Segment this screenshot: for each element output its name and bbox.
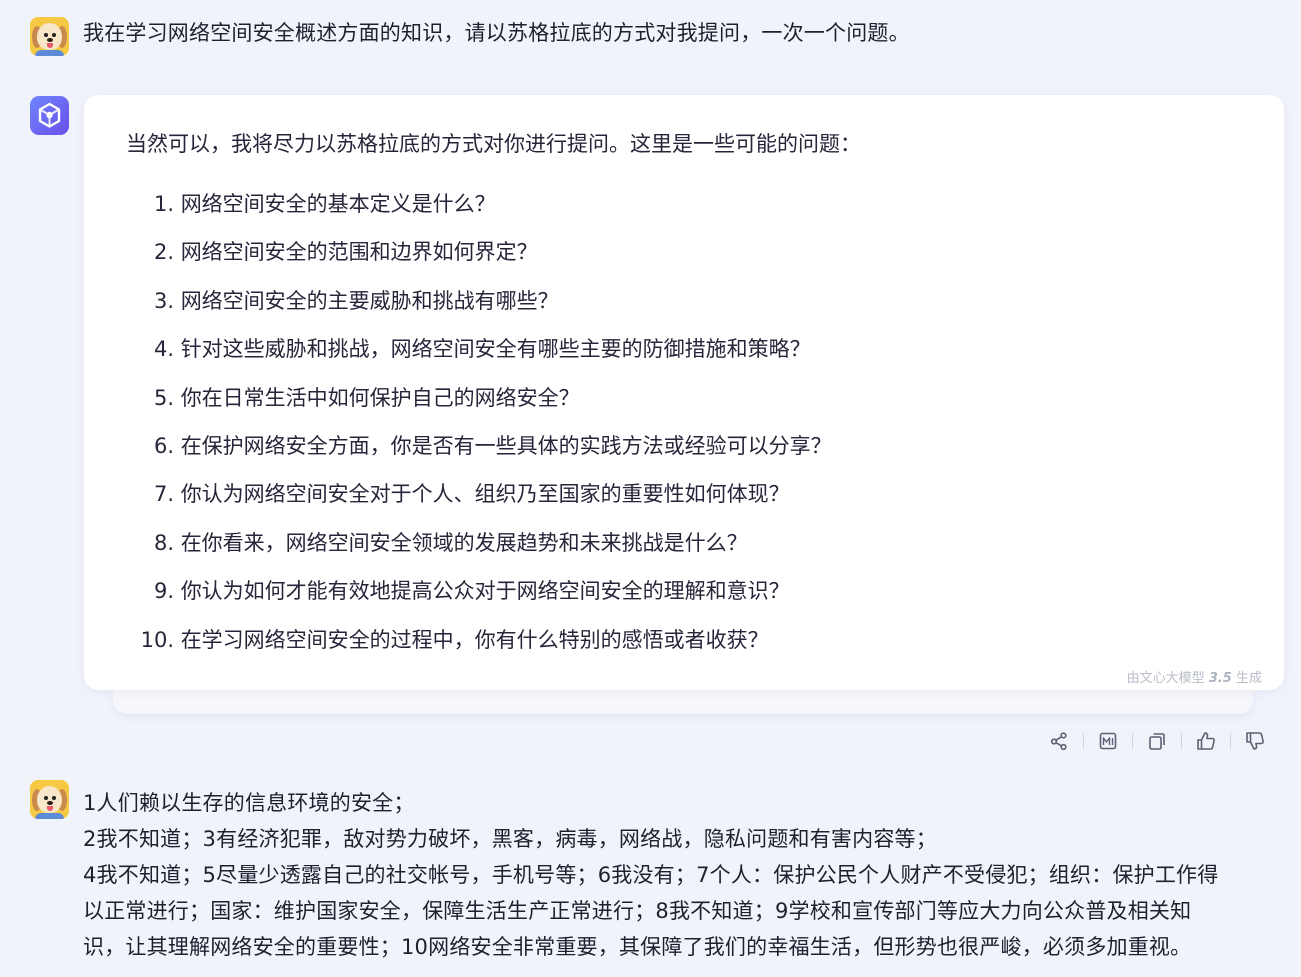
user-message-2: 1人们赖以生存的信息环境的安全； 2我不知道；3有经济犯罪，敌对势力破坏，黑客，… [30,780,1218,965]
question-item: 6. 在保护网络安全方面，你是否有一些具体的实践方法或经验可以分享？ [153,433,832,458]
thumbs-down-icon [1246,732,1264,750]
question-item: 2. 网络空间安全的范围和边界如何界定？ [153,240,538,265]
share-icon [1050,732,1067,751]
user-message-1: 我在学习网络空间安全概述方面的知识，请以苏格拉底的方式对我提问，一次一个问题。 [30,17,910,56]
question-item: 5. 你在日常生活中如何保护自己的网络安全？ [153,385,580,410]
copy-button[interactable] [1140,725,1174,757]
question-item: 10. 在学习网络空间安全的过程中，你有什么特别的感悟或者收获？ [140,627,769,652]
question-item: 1. 网络空间安全的基本定义是什么？ [153,192,496,216]
assistant-intro: 当然可以，我将尽力以苏格拉底的方式对你进行提问。这里是一些可能的问题： [126,132,861,156]
user-message-text: 我在学习网络空间安全概述方面的知识，请以苏格拉底的方式对我提问，一次一个问题。 [83,21,910,45]
question-item: 4. 针对这些威胁和挑战，网络空间安全有哪些主要的防御措施和策略？ [153,337,811,362]
report-icon [1099,732,1117,750]
share-button[interactable] [1042,725,1076,757]
question-item: 9. 你认为如何才能有效地提高公众对于网络空间安全的理解和意识？ [153,579,790,604]
dislike-button[interactable] [1238,725,1272,757]
user-avatar [30,17,69,56]
question-item: 3. 网络空间安全的主要威胁和挑战有哪些？ [153,288,559,313]
question-item: 7. 你认为网络空间安全对于个人、组织乃至国家的重要性如何体现？ [153,482,790,507]
card-stack-shadow [113,690,1253,714]
question-item: 8. 在你看来，网络空间安全领域的发展趋势和未来挑战是什么？ [153,530,748,555]
like-button[interactable] [1189,725,1223,757]
assistant-logo-icon [38,102,61,128]
divider [1230,733,1231,749]
model-watermark: 由文心大模型 3.5 生成 [1126,671,1262,686]
question-list: 1. 网络空间安全的基本定义是什么？ 2. 网络空间安全的范围和边界如何界定？ … [124,187,832,671]
assistant-avatar [30,96,69,135]
divider [1083,733,1084,749]
thumbs-up-icon [1197,732,1215,750]
report-button[interactable] [1091,725,1125,757]
user-avatar [30,780,69,819]
divider [1181,733,1182,749]
user-message-text: 1人们赖以生存的信息环境的安全； 2我不知道；3有经济犯罪，敌对势力破坏，黑客，… [83,791,1219,959]
divider [1132,733,1133,749]
assistant-response-card: 当然可以，我将尽力以苏格拉底的方式对你进行提问。这里是一些可能的问题： 1. 网… [84,95,1284,690]
copy-icon [1149,733,1165,750]
response-action-bar [1042,725,1272,757]
